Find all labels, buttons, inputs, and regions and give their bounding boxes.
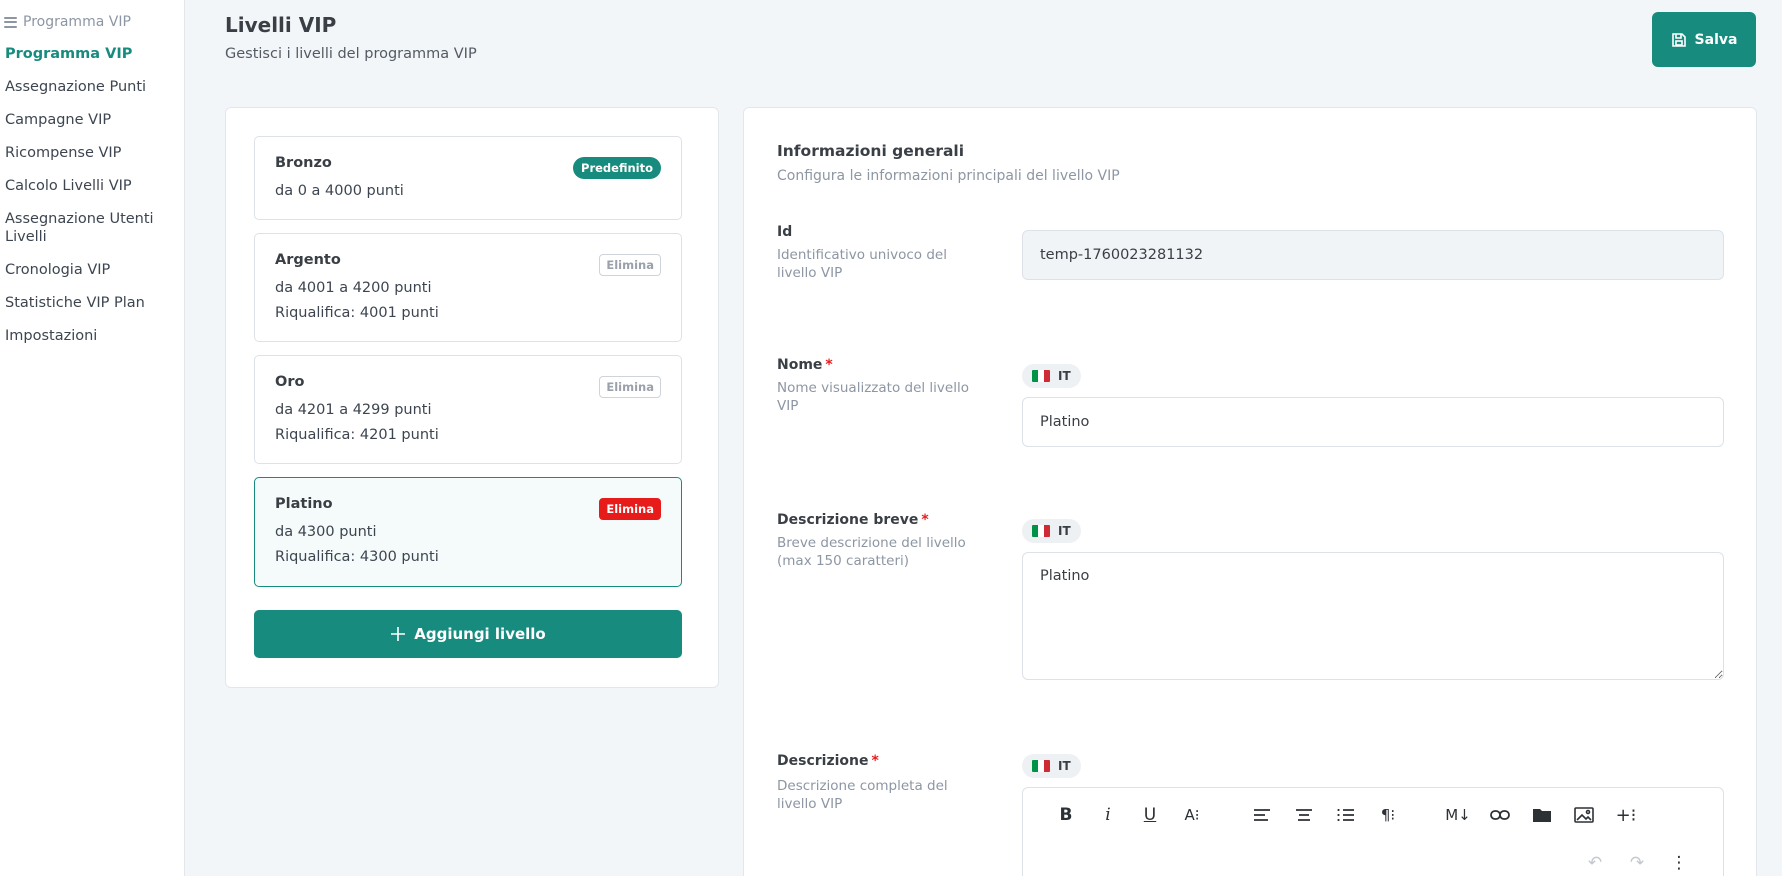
page-title: Livelli VIP xyxy=(225,13,337,37)
language-code: IT xyxy=(1058,524,1071,538)
level-card-bronzo[interactable]: Bronzo da 0 a 4000 punti Predefinito xyxy=(254,136,682,220)
redo-icon[interactable]: ↷ xyxy=(1623,848,1651,876)
default-badge: Predefinito xyxy=(573,157,661,179)
sidebar-header-label: Programma VIP xyxy=(23,14,131,30)
sidebar-item-assegnazione-punti[interactable]: Assegnazione Punti xyxy=(5,78,180,96)
level-card-oro[interactable]: Oro da 4201 a 4299 punti Riqualifica: 42… xyxy=(254,355,682,464)
short-description-description: Breve descrizione del livello (max 150 c… xyxy=(777,535,966,569)
editor-toolbar: B i U A⁝ ¶⁝ M↓ +⁝ xyxy=(1045,800,1647,830)
id-label: Id xyxy=(777,224,793,240)
insert-more-icon[interactable]: +⁝ xyxy=(1605,800,1647,830)
name-input[interactable] xyxy=(1022,397,1724,447)
delete-level-button[interactable]: Elimina xyxy=(599,498,661,520)
markdown-icon[interactable]: M↓ xyxy=(1437,800,1479,830)
required-marker: * xyxy=(921,512,929,528)
description-label: Descrizione * xyxy=(777,753,879,769)
level-form: Informazioni generali Configura le infor… xyxy=(743,107,1757,876)
levels-panel: Bronzo da 0 a 4000 punti Predefinito Arg… xyxy=(225,107,719,688)
bold-icon[interactable]: B xyxy=(1045,800,1087,830)
level-range: da 4201 a 4299 punti xyxy=(275,402,432,418)
italy-flag-icon xyxy=(1032,760,1050,772)
italy-flag-icon xyxy=(1032,525,1050,537)
language-chip-it[interactable]: IT xyxy=(1022,754,1081,778)
align-center-icon[interactable] xyxy=(1283,800,1325,830)
short-description-label: Descrizione breve * xyxy=(777,512,929,528)
level-requalify: Riqualifica: 4300 punti xyxy=(275,549,439,565)
sidebar-header[interactable]: Programma VIP xyxy=(4,14,131,30)
level-range: da 4001 a 4200 punti xyxy=(275,280,432,296)
hamburger-icon[interactable] xyxy=(4,16,17,28)
floppy-disk-icon xyxy=(1671,32,1686,47)
language-chip-it[interactable]: IT xyxy=(1022,519,1081,543)
sidebar-item-assegnazione-utenti-livelli[interactable]: Assegnazione Utenti Livelli xyxy=(5,210,180,246)
short-description-textarea[interactable]: Platino xyxy=(1022,552,1724,680)
level-range: da 4300 punti xyxy=(275,524,377,540)
section-title: Informazioni generali xyxy=(777,142,965,160)
history-controls: ↶ ↷ ⋮ xyxy=(1581,848,1693,876)
sidebar-item-impostazioni[interactable]: Impostazioni xyxy=(5,327,180,345)
name-description: Nome visualizzato del livello VIP xyxy=(777,380,969,414)
rich-text-editor[interactable]: B i U A⁝ ¶⁝ M↓ +⁝ ↶ ↷ ⋮ xyxy=(1022,787,1724,876)
description-description: Descrizione completa del livello VIP xyxy=(777,778,948,812)
language-chip-it[interactable]: IT xyxy=(1022,364,1081,388)
sidebar-menu: Programma VIP Assegnazione Punti Campagn… xyxy=(5,45,180,360)
sidebar-item-programma-vip[interactable]: Programma VIP xyxy=(5,45,180,63)
level-range: da 0 a 4000 punti xyxy=(275,183,404,199)
undo-icon[interactable]: ↶ xyxy=(1581,848,1609,876)
section-subtitle: Configura le informazioni principali del… xyxy=(777,168,1120,184)
id-input[interactable] xyxy=(1022,230,1724,280)
sidebar-item-campagne-vip[interactable]: Campagne VIP xyxy=(5,111,180,129)
level-requalify: Riqualifica: 4201 punti xyxy=(275,427,439,443)
italy-flag-icon xyxy=(1032,370,1050,382)
delete-level-button[interactable]: Elimina xyxy=(599,254,661,276)
font-size-icon[interactable]: A⁝ xyxy=(1171,800,1213,830)
page-subtitle: Gestisci i livelli del programma VIP xyxy=(225,46,477,62)
add-level-button[interactable]: Aggiungi livello xyxy=(254,610,682,658)
save-button-label: Salva xyxy=(1694,31,1738,48)
more-options-icon[interactable]: ⋮ xyxy=(1665,848,1693,876)
ordered-list-icon[interactable] xyxy=(1325,800,1367,830)
paragraph-icon[interactable]: ¶⁝ xyxy=(1367,800,1409,830)
image-icon[interactable] xyxy=(1563,800,1605,830)
required-marker: * xyxy=(825,357,833,373)
language-code: IT xyxy=(1058,369,1071,383)
level-requalify: Riqualifica: 4001 punti xyxy=(275,305,439,321)
id-description: Identificativo univoco del livello VIP xyxy=(777,247,947,281)
name-label-text: Nome xyxy=(777,357,823,373)
sidebar: Programma VIP Programma VIP Assegnazione… xyxy=(0,0,185,876)
sidebar-item-statistiche-vip-plan[interactable]: Statistiche VIP Plan xyxy=(5,294,180,312)
level-card-argento[interactable]: Argento da 4001 a 4200 punti Riqualifica… xyxy=(254,233,682,342)
underline-icon[interactable]: U xyxy=(1129,800,1171,830)
short-description-label-text: Descrizione breve xyxy=(777,512,919,528)
align-left-icon[interactable] xyxy=(1241,800,1283,830)
name-label: Nome * xyxy=(777,357,833,373)
sidebar-item-cronologia-vip[interactable]: Cronologia VIP xyxy=(5,261,180,279)
sidebar-item-ricompense-vip[interactable]: Ricompense VIP xyxy=(5,144,180,162)
folder-icon[interactable] xyxy=(1521,800,1563,830)
sidebar-item-calcolo-livelli-vip[interactable]: Calcolo Livelli VIP xyxy=(5,177,180,195)
language-code: IT xyxy=(1058,759,1071,773)
level-card-platino[interactable]: Platino da 4300 punti Riqualifica: 4300 … xyxy=(254,477,682,587)
description-label-text: Descrizione xyxy=(777,753,869,769)
required-marker: * xyxy=(871,753,879,769)
link-icon[interactable] xyxy=(1479,800,1521,830)
save-button[interactable]: Salva xyxy=(1652,12,1756,67)
add-level-label: Aggiungi livello xyxy=(414,625,546,643)
plus-icon xyxy=(391,627,406,641)
delete-level-button[interactable]: Elimina xyxy=(599,376,661,398)
italic-icon[interactable]: i xyxy=(1087,800,1129,830)
